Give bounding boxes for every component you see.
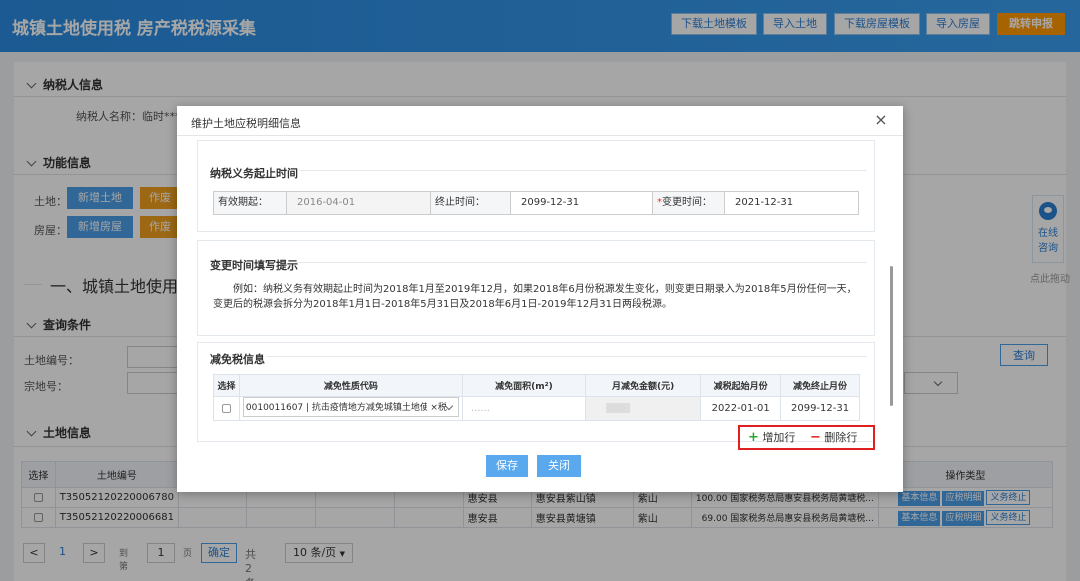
close-button[interactable]: 关闭 (537, 455, 581, 477)
change-label: *变更时间： (652, 192, 724, 214)
start-label: 有效期起： (214, 192, 286, 214)
dialog-scrollbar[interactable] (890, 266, 893, 406)
relief-area-input[interactable]: ...... (461, 396, 586, 421)
plus-icon: + (748, 430, 759, 445)
end-date-input[interactable]: 2099-12-31 (510, 192, 652, 214)
divider (267, 356, 867, 357)
end-label: 终止时间： (430, 192, 510, 214)
delete-row-button[interactable]: − 删除行 (810, 429, 857, 445)
hint-text: 例如：纳税义务有效期起止时间为2018年1月至2019年12月，如果2018年6… (213, 284, 857, 310)
change-date-input[interactable]: 2021-12-31 (724, 192, 858, 214)
relief-amount-value (584, 396, 702, 421)
land-tax-detail-dialog: 维护土地应税明细信息 × 纳税义务起止时间 有效期起： 2016-04-01 终… (177, 106, 903, 492)
add-row-button[interactable]: + 增加行 (748, 429, 795, 445)
period-row: 有效期起： 2016-04-01 终止时间： 2099-12-31 *变更时间：… (213, 191, 859, 215)
divider (299, 170, 867, 171)
clear-icon[interactable]: × (427, 398, 438, 416)
relief-code-select[interactable]: 0010011607 | 抗击疫情地方减免城镇土地使用税 × (242, 397, 459, 417)
dialog-header: 维护土地应税明细信息 × (177, 106, 903, 136)
relief-end-input[interactable]: 2099-12-31 (780, 396, 860, 421)
relief-row-checkbox[interactable] (221, 403, 231, 413)
dialog-title: 维护土地应税明细信息 (191, 117, 301, 130)
masked-value (605, 403, 630, 413)
minus-icon: − (810, 430, 821, 445)
close-icon[interactable]: × (871, 110, 891, 129)
period-title: 纳税义务起止时间 (210, 167, 298, 180)
relief-header-row: 选择 减免性质代码 减免面积(m²) 月减免金额(元) 减税起始月份 减免终止月… (213, 374, 860, 397)
period-card: 纳税义务起止时间 (197, 140, 875, 232)
relief-table: 选择 减免性质代码 减免面积(m²) 月减免金额(元) 减税起始月份 减免终止月… (213, 374, 860, 421)
start-value: 2016-04-01 (286, 192, 430, 214)
relief-start-input[interactable]: 2022-01-01 (700, 396, 782, 421)
relief-title: 减免税信息 (210, 353, 265, 366)
hint-title: 变更时间填写提示 (210, 259, 298, 272)
relief-row[interactable]: 0010011607 | 抗击疫情地方减免城镇土地使用税 × ...... 202… (213, 396, 860, 421)
divider (295, 262, 867, 263)
save-button[interactable]: 保存 (486, 455, 528, 477)
